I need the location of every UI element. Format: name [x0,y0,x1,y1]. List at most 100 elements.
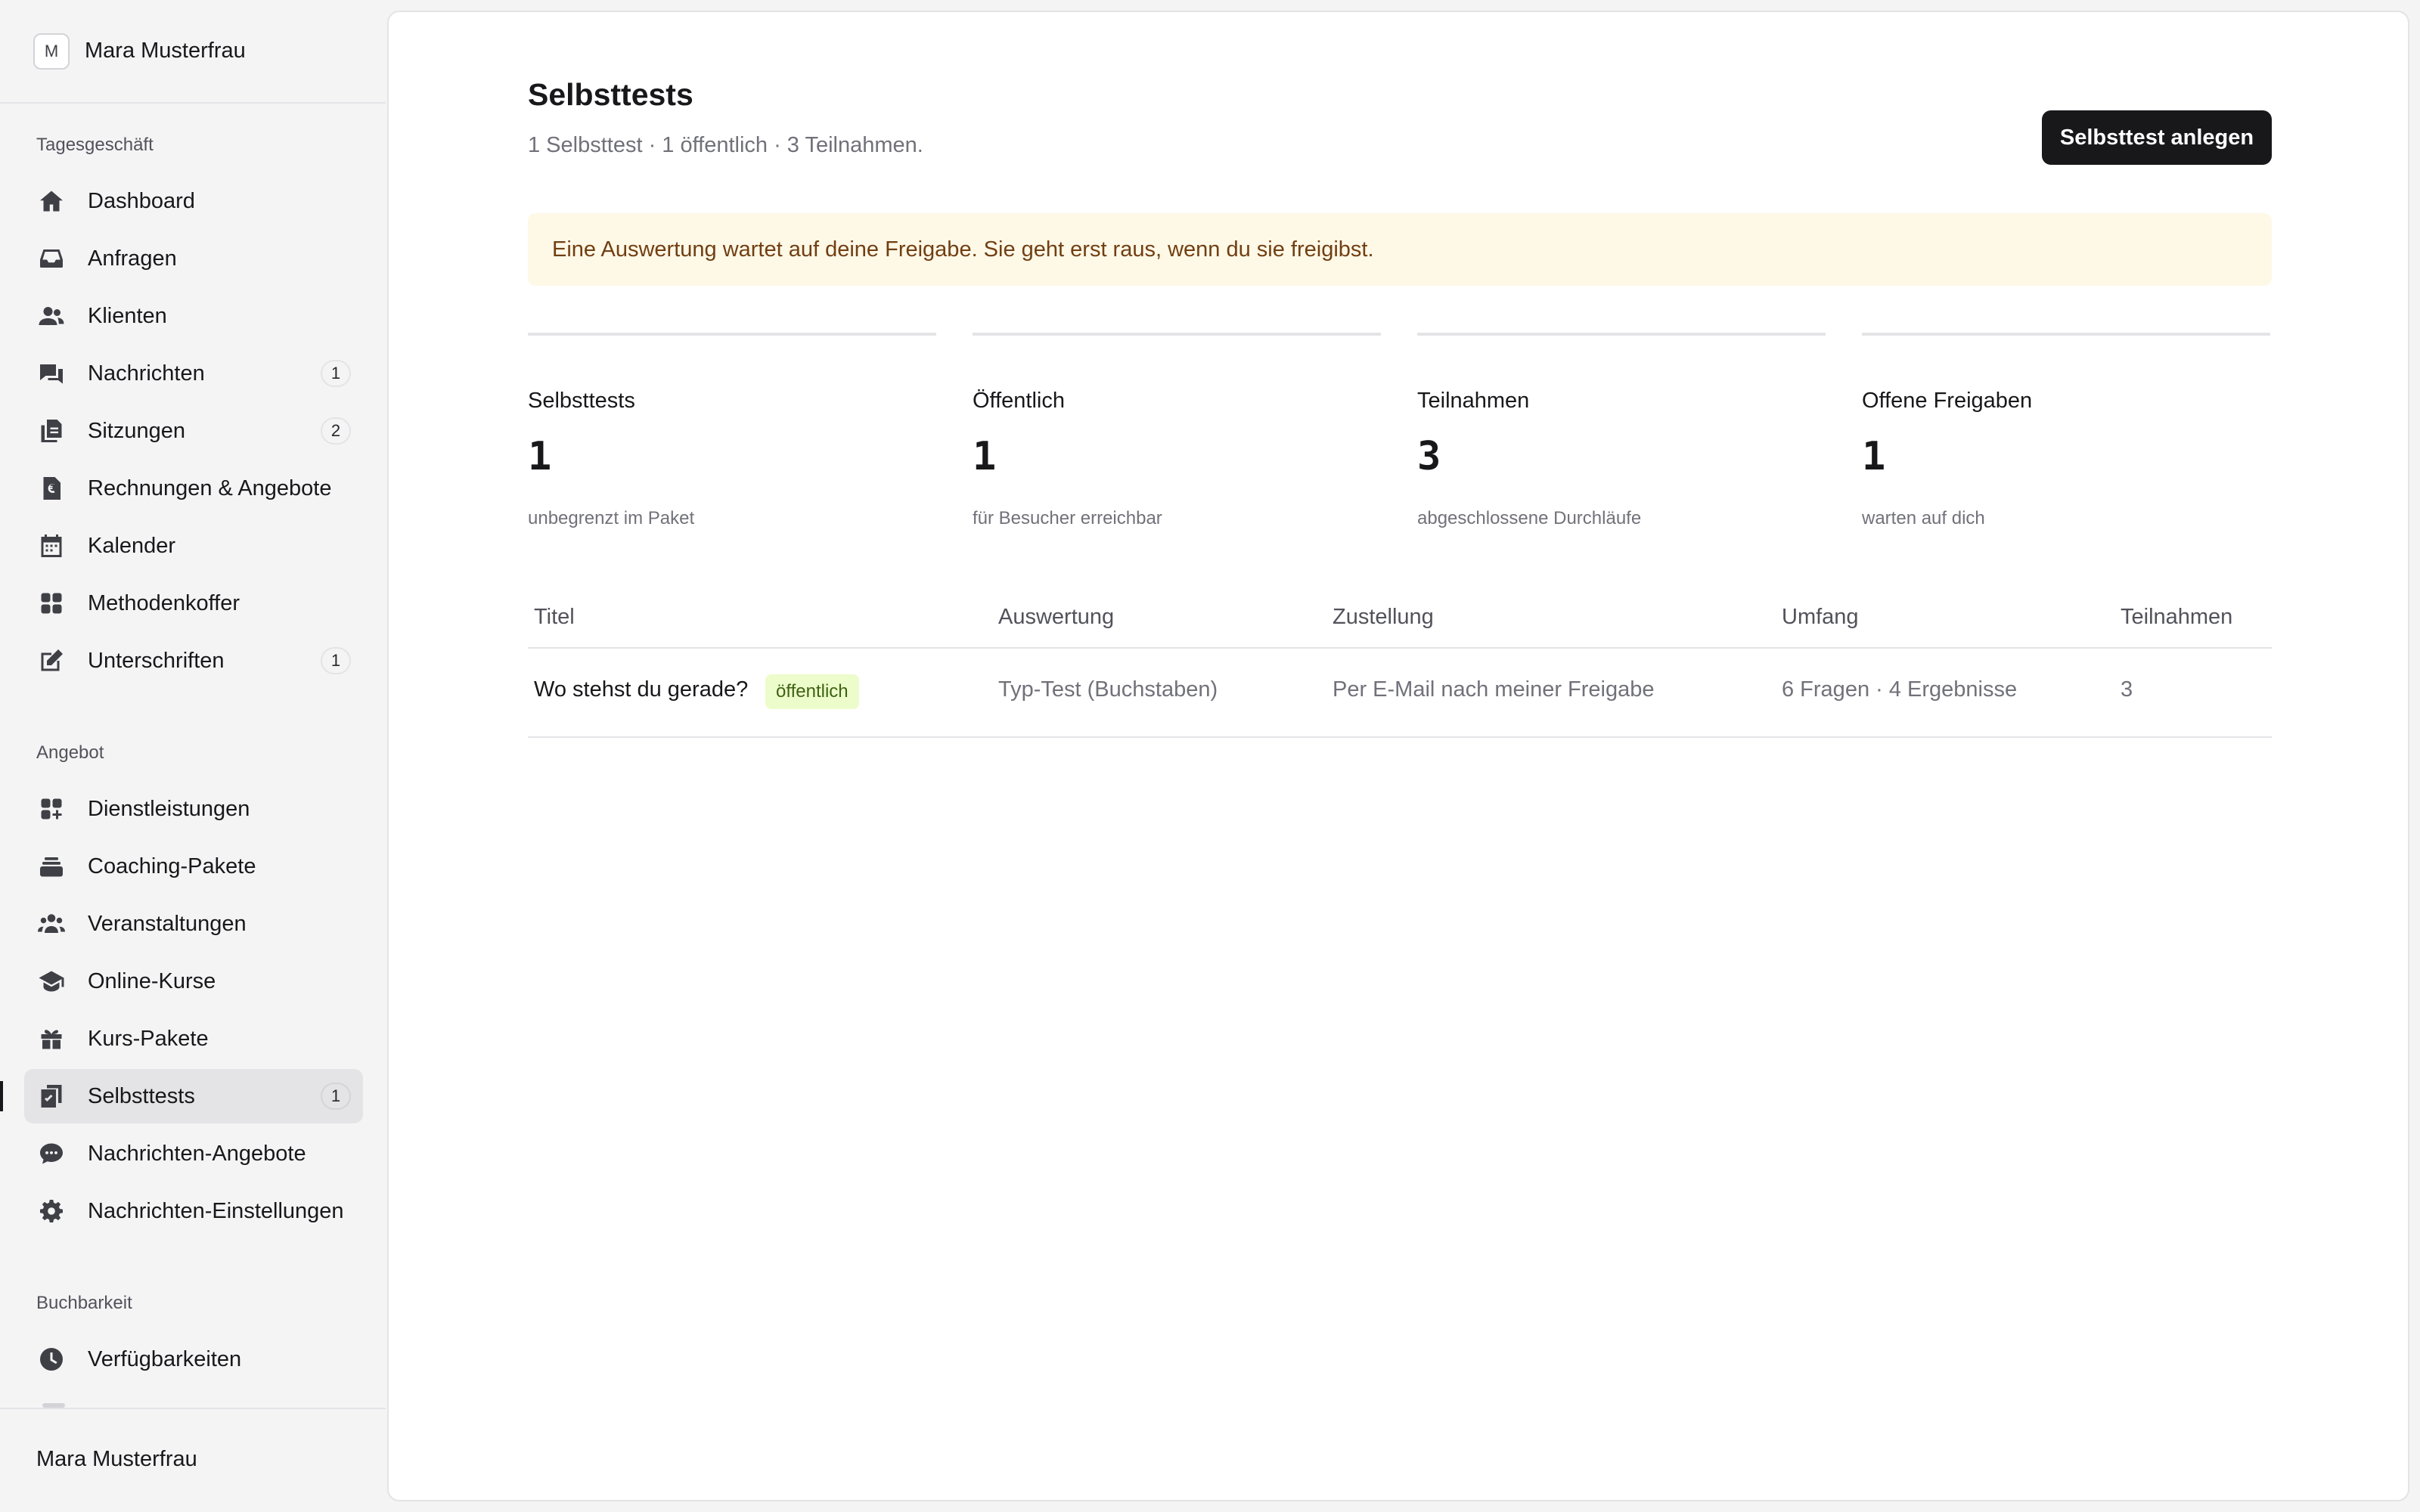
active-indicator [0,1081,3,1111]
stat-label: Teilnahmen [1417,389,1530,413]
documents-icon [36,416,67,446]
approval-notice: Eine Auswertung wartet auf deine Freigab… [528,213,2272,286]
sidebar-item-veranstaltungen[interactable]: Veranstaltungen [24,897,363,951]
count-badge: 1 [321,647,351,674]
sidebar-item-label: Rechnungen & Angebote [88,476,332,500]
sidebar-item-label: Kurs-Pakete [88,1026,209,1051]
table-header: Titel Auswertung Zustellung Umfang Teiln… [528,587,2272,649]
sidebar: M Mara Musterfrau Tagesgeschäft Dashboar… [0,0,386,1512]
main-panel: Selbsttests 1 Selbsttest · 1 öffentlich … [387,11,2409,1501]
sidebar-item-label: Veranstaltungen [88,911,247,936]
stat-card-oeffentlich: Öffentlich 1 für Besucher erreichbar [973,333,1381,529]
sidebar-item-label: Unterschriften [88,648,225,673]
column-header-teilnahmen[interactable]: Teilnahmen [2121,605,2232,630]
stat-note: warten auf dich [1862,508,1985,528]
sidebar-item-label: Verfügbarkeiten [88,1346,242,1371]
user-menu[interactable]: Mara Musterfrau [0,1408,386,1512]
stat-value: 1 [1862,434,1886,479]
gear-icon [36,1196,67,1226]
graduation-cap-icon [36,966,67,996]
stat-label: Öffentlich [973,389,1065,413]
workspace-avatar: M [33,33,70,70]
stat-label: Selbsttests [528,389,635,413]
stat-note: abgeschlossene Durchläufe [1417,508,1642,528]
stat-card-selbsttests: Selbsttests 1 unbegrenzt im Paket [528,333,936,529]
sidebar-item-label: Nachrichten [88,361,205,386]
sidebar-item-unterschriften[interactable]: Unterschriften 1 [24,634,363,688]
sidebar-item-nachrichten-einstellungen[interactable]: Nachrichten-Einstellungen [24,1184,363,1238]
sidebar-item-methodenkoffer[interactable]: Methodenkoffer [24,576,363,631]
gift-icon [36,1024,67,1054]
sidebar-item-rechnungen[interactable]: Rechnungen & Angebote [24,461,363,516]
sidebar-item-coaching-pakete[interactable]: Coaching-Pakete [24,839,363,894]
clock-icon [36,1344,67,1374]
sidebar-item-label: Dashboard [88,188,195,213]
home-icon [36,186,67,216]
sidebar-item-selbsttests[interactable]: Selbsttests 1 [24,1069,363,1123]
users-icon [36,301,67,331]
scope: 6 Fragen · 4 Ergebnisse [1782,677,2018,702]
column-header-auswertung[interactable]: Auswertung [998,605,1114,630]
table-row[interactable]: Wo stehst du gerade? öffentlich Typ-Test… [528,649,2272,738]
delivery-mode: Per E-Mail nach meiner Freigabe [1333,677,1655,702]
section-label-tagesgeschaeft: Tagesgeschäft [36,135,154,155]
evaluation-type: Typ-Test (Buchstaben) [998,677,1218,702]
stat-label: Offene Freigaben [1862,389,2033,413]
sidebar-item-dienstleistungen[interactable]: Dienstleistungen [24,782,363,836]
sidebar-item-label: Dienstleistungen [88,796,250,821]
section-label-buchbarkeit: Buchbarkeit [36,1293,132,1313]
sidebar-item-label: Selbsttests [88,1083,195,1108]
sidebar-item-label: Online-Kurse [88,968,216,993]
message-bubble-icon [36,1139,67,1169]
column-header-umfang[interactable]: Umfang [1782,605,1859,630]
sidebar-item-dashboard[interactable]: Dashboard [24,174,363,228]
column-header-titel[interactable]: Titel [534,605,575,630]
sidebar-item-label: Methodenkoffer [88,590,240,615]
workspace-switcher[interactable]: M Mara Musterfrau [0,0,386,104]
stat-value: 1 [528,434,552,479]
participation-count: 3 [2121,677,2133,702]
grid-plus-icon [36,794,67,824]
stack-icon [36,851,67,881]
stat-value: 1 [973,434,997,479]
sidebar-item-nachrichten-angebote[interactable]: Nachrichten-Angebote [24,1126,363,1181]
sidebar-item-anfragen[interactable]: Anfragen [24,231,363,286]
create-selftest-button[interactable]: Selbsttest anlegen [2042,110,2272,165]
sidebar-item-label: Klienten [88,303,167,328]
grid-icon [36,588,67,618]
sidebar-item-sitzungen[interactable]: Sitzungen 2 [24,404,363,458]
invoice-euro-icon [36,473,67,503]
stat-note: unbegrenzt im Paket [528,508,695,528]
sidebar-item-label: Coaching-Pakete [88,854,256,878]
sidebar-item-kalender[interactable]: Kalender [24,519,363,573]
sidebar-item-kurs-pakete[interactable]: Kurs-Pakete [24,1012,363,1066]
stat-card-offene-freigaben: Offene Freigaben 1 warten auf dich [1862,333,2270,529]
public-status-badge: öffentlich [765,674,859,709]
section-label-angebot: Angebot [36,742,104,763]
sidebar-item-label: Anfragen [88,246,177,271]
column-header-zustellung[interactable]: Zustellung [1333,605,1434,630]
selftest-title[interactable]: Wo stehst du gerade? [534,677,748,702]
count-badge: 1 [321,360,351,387]
selftests-table: Titel Auswertung Zustellung Umfang Teiln… [528,587,2272,738]
stat-note: für Besucher erreichbar [973,508,1162,528]
chat-icon [36,358,67,389]
group-icon [36,909,67,939]
sidebar-item-klienten[interactable]: Klienten [24,289,363,343]
page-title: Selbsttests [528,77,693,112]
checklist-icon [36,1081,67,1111]
count-badge: 2 [321,417,351,445]
stat-value: 3 [1417,434,1441,479]
sidebar-item-label: Nachrichten-Angebote [88,1141,306,1166]
inbox-icon [36,243,67,274]
sidebar-item-online-kurse[interactable]: Online-Kurse [24,954,363,1009]
page-summary: 1 Selbsttest · 1 öffentlich · 3 Teilnahm… [528,133,923,157]
sidebar-item-verfuegbarkeiten[interactable]: Verfügbarkeiten [24,1332,363,1387]
sidebar-item-label: Sitzungen [88,418,185,443]
sidebar-item-label: Nachrichten-Einstellungen [88,1198,344,1223]
workspace-name: Mara Musterfrau [85,39,246,63]
calendar-icon [36,531,67,561]
sidebar-item-label: Kalender [88,533,176,558]
sidebar-item-nachrichten[interactable]: Nachrichten 1 [24,346,363,401]
count-badge: 1 [321,1083,351,1110]
